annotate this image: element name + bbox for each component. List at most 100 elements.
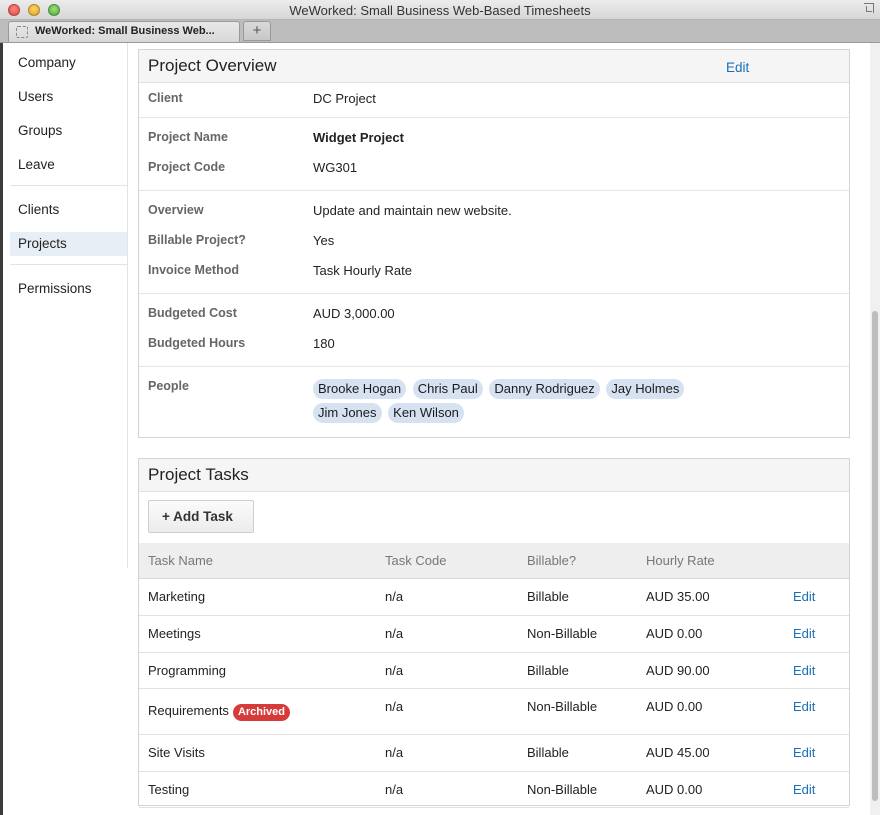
page-content: Company Users Groups Leave Clients Proje… xyxy=(0,43,880,815)
edit-task-link[interactable]: Edit xyxy=(793,653,849,678)
budget-cost-value: AUD 3,000.00 xyxy=(313,306,395,321)
budget-cost-label: Budgeted Cost xyxy=(148,306,237,320)
task-rate: AUD 0.00 xyxy=(646,781,703,797)
project-details-group: Overview Update and maintain new website… xyxy=(139,191,849,294)
task-code: n/a xyxy=(385,625,404,641)
task-name: Marketing xyxy=(148,588,206,604)
table-row: Testing n/a Non-Billable AUD 0.00 Edit xyxy=(139,771,849,808)
project-code-value: WG301 xyxy=(313,160,358,175)
sidebar-divider xyxy=(10,264,127,265)
person-chip[interactable]: Jim Jones xyxy=(313,403,382,423)
sidebar-item-groups[interactable]: Groups xyxy=(10,119,127,143)
budget-hours-label: Budgeted Hours xyxy=(148,336,246,350)
task-code: n/a xyxy=(385,781,404,797)
people-row: People Brooke Hogan Chris Paul Danny Rod… xyxy=(139,373,849,423)
project-name-value: Widget Project xyxy=(313,130,404,145)
people-list: Brooke Hogan Chris Paul Danny Rodriguez … xyxy=(313,379,713,427)
budget-hours-row: Budgeted Hours 180 xyxy=(139,330,849,360)
sidebar-item-company[interactable]: Company xyxy=(10,51,127,75)
table-row: Requirements Archived n/a Non-Billable AU… xyxy=(139,688,849,735)
add-task-button[interactable]: + Add Task xyxy=(148,500,254,533)
edit-task-link[interactable]: Edit xyxy=(793,616,849,641)
column-header-billable[interactable]: Billable? xyxy=(518,543,637,579)
task-rate: AUD 0.00 xyxy=(646,625,703,641)
task-billable: Non-Billable xyxy=(527,625,598,641)
window-title: WeWorked: Small Business Web-Based Times… xyxy=(289,3,591,18)
invoice-method-value: Task Hourly Rate xyxy=(313,263,412,278)
project-id-group: Project Name Widget Project Project Code… xyxy=(139,118,849,191)
archived-badge: Archived xyxy=(232,703,291,721)
edit-task-link[interactable]: Edit xyxy=(793,772,849,797)
browser-tab-title: WeWorked: Small Business Web... xyxy=(35,25,215,37)
task-code: n/a xyxy=(385,662,404,678)
task-rate: AUD 90.00 xyxy=(646,662,710,678)
tab-strip: WeWorked: Small Business Web... + xyxy=(0,20,880,43)
panel-title: Project Overview xyxy=(148,56,277,75)
edit-task-link[interactable]: Edit xyxy=(793,579,849,604)
sidebar-item-permissions[interactable]: Permissions xyxy=(10,277,127,301)
task-name: Site Visits xyxy=(148,744,205,760)
edit-project-link[interactable]: Edit xyxy=(726,60,749,75)
task-name: Programming xyxy=(148,662,227,678)
project-code-label: Project Code xyxy=(148,160,226,174)
client-value: DC Project xyxy=(313,91,376,106)
task-billable: Billable xyxy=(527,662,569,678)
sidebar-item-projects[interactable]: Projects xyxy=(10,232,127,256)
new-tab-button[interactable]: + xyxy=(243,21,271,41)
budget-group: Budgeted Cost AUD 3,000.00 Budgeted Hour… xyxy=(139,294,849,367)
person-chip[interactable]: Jay Holmes xyxy=(606,379,685,399)
sidebar-item-clients[interactable]: Clients xyxy=(10,198,127,222)
sidebar-item-users[interactable]: Users xyxy=(10,85,127,109)
vertical-scrollbar[interactable] xyxy=(870,43,880,815)
person-chip[interactable]: Brooke Hogan xyxy=(313,379,407,399)
task-name-cell: Requirements Archived xyxy=(148,689,376,721)
column-header-task-code[interactable]: Task Code xyxy=(376,543,518,579)
task-name: Requirements xyxy=(148,702,229,718)
task-billable: Billable xyxy=(527,744,569,760)
overview-value: Update and maintain new website. xyxy=(313,203,512,218)
task-rate: AUD 45.00 xyxy=(646,744,710,760)
overview-label: Overview xyxy=(148,203,204,217)
sidebar-item-leave[interactable]: Leave xyxy=(10,153,127,177)
edit-task-link[interactable]: Edit xyxy=(793,735,849,760)
panel-title: Project Tasks xyxy=(148,465,249,484)
budget-cost-row: Budgeted Cost AUD 3,000.00 xyxy=(139,300,849,330)
task-rate: AUD 35.00 xyxy=(646,588,710,604)
panel-header: Project Tasks xyxy=(139,459,849,492)
task-code: n/a xyxy=(385,698,404,714)
people-group: People Brooke Hogan Chris Paul Danny Rod… xyxy=(139,367,849,439)
window-titlebar: WeWorked: Small Business Web-Based Times… xyxy=(0,0,880,20)
task-billable: Non-Billable xyxy=(527,781,598,797)
project-name-label: Project Name xyxy=(148,130,228,144)
column-header-hourly-rate[interactable]: Hourly Rate xyxy=(637,543,784,579)
fullscreen-icon[interactable] xyxy=(864,3,874,13)
edit-task-link[interactable]: Edit xyxy=(793,689,849,714)
billable-label: Billable Project? xyxy=(148,233,246,247)
billable-value: Yes xyxy=(313,233,335,248)
panel-header: Project Overview Edit xyxy=(139,50,849,83)
window-edge xyxy=(0,43,3,815)
scrollbar-thumb[interactable] xyxy=(872,311,878,801)
project-name-row: Project Name Widget Project xyxy=(139,124,849,154)
column-header-task-name[interactable]: Task Name xyxy=(139,543,376,579)
settings-sidebar: Company Users Groups Leave Clients Proje… xyxy=(10,43,128,568)
project-overview-panel: Project Overview Edit Client DC Project … xyxy=(138,49,850,438)
table-row: Programming n/a Billable AUD 90.00 Edit xyxy=(139,652,849,689)
people-label: People xyxy=(148,379,189,393)
page-favicon-icon xyxy=(16,26,28,38)
person-chip[interactable]: Chris Paul xyxy=(412,379,483,399)
person-chip[interactable]: Ken Wilson xyxy=(388,403,464,423)
task-billable: Billable xyxy=(527,588,569,604)
invoice-method-row: Invoice Method Task Hourly Rate xyxy=(139,257,849,287)
person-chip[interactable]: Danny Rodriguez xyxy=(489,379,600,399)
browser-tab[interactable]: WeWorked: Small Business Web... xyxy=(8,21,240,42)
table-header-row: Task Name Task Code Billable? Hourly Rat… xyxy=(139,543,849,579)
task-code: n/a xyxy=(385,744,404,760)
billable-row: Billable Project? Yes xyxy=(139,227,849,257)
task-name: Testing xyxy=(148,781,190,797)
tasks-table: Task Name Task Code Billable? Hourly Rat… xyxy=(139,543,849,808)
task-rate: AUD 0.00 xyxy=(646,698,703,714)
overview-row: Overview Update and maintain new website… xyxy=(139,197,849,227)
client-label: Client xyxy=(148,91,183,105)
sidebar-divider xyxy=(10,185,127,186)
